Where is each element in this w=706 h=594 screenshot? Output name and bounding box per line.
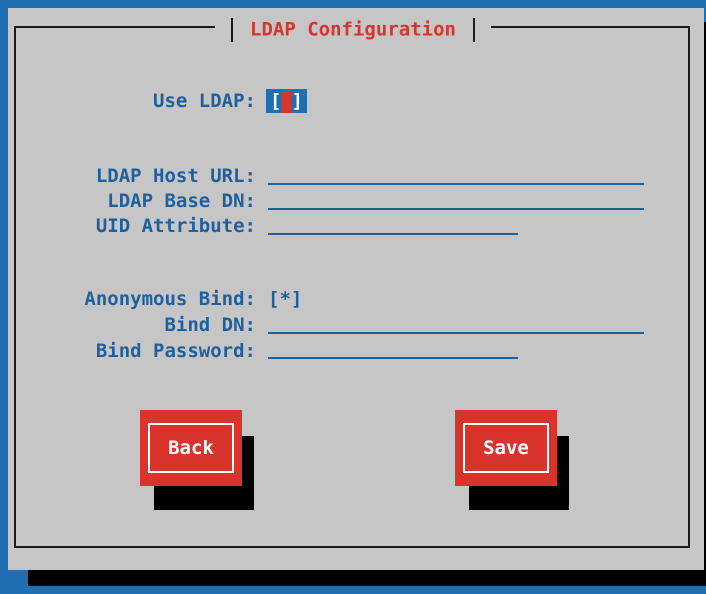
use-ldap-bracket-close: ] [291,90,303,112]
bind-password-label: Bind Password: [95,340,256,362]
back-button-label: Back [148,423,234,473]
dialog-title: LDAP Configuration [250,18,456,41]
anonymous-bind-label: Anonymous Bind: [84,288,256,310]
save-button[interactable]: Save [455,410,557,486]
uid-attribute-input[interactable] [268,211,518,233]
title-right-bar [473,17,476,42]
bind-dn-label: Bind DN: [164,314,256,336]
use-ldap-label: Use LDAP: [153,90,256,112]
ldap-host-url-input[interactable] [268,161,644,183]
bind-dn-input[interactable] [268,310,644,332]
anonymous-bind-checkbox[interactable]: [*] [268,286,302,312]
text-cursor [281,90,292,113]
dialog-title-container: LDAP Configuration [214,14,492,45]
ldap-base-dn-input[interactable] [268,186,644,208]
ldap-host-url-label: LDAP Host URL: [95,165,256,187]
terminal-screen: LDAP Configuration Use LDAP: [] LDAP Hos… [0,0,706,594]
bind-dn-underline [268,332,644,334]
uid-attribute-underline [268,233,518,235]
ldap-host-url-underline [268,183,644,185]
bind-password-underline [268,357,518,359]
title-left-bar [230,17,233,42]
use-ldap-bracket-open: [ [270,90,282,112]
ldap-base-dn-underline [268,208,644,210]
uid-attribute-label: UID Attribute: [95,215,256,237]
use-ldap-checkbox[interactable]: [] [266,89,307,113]
bind-password-input[interactable] [268,336,518,358]
ldap-base-dn-label: LDAP Base DN: [107,190,256,212]
save-button-label: Save [463,423,549,473]
back-button[interactable]: Back [140,410,242,486]
